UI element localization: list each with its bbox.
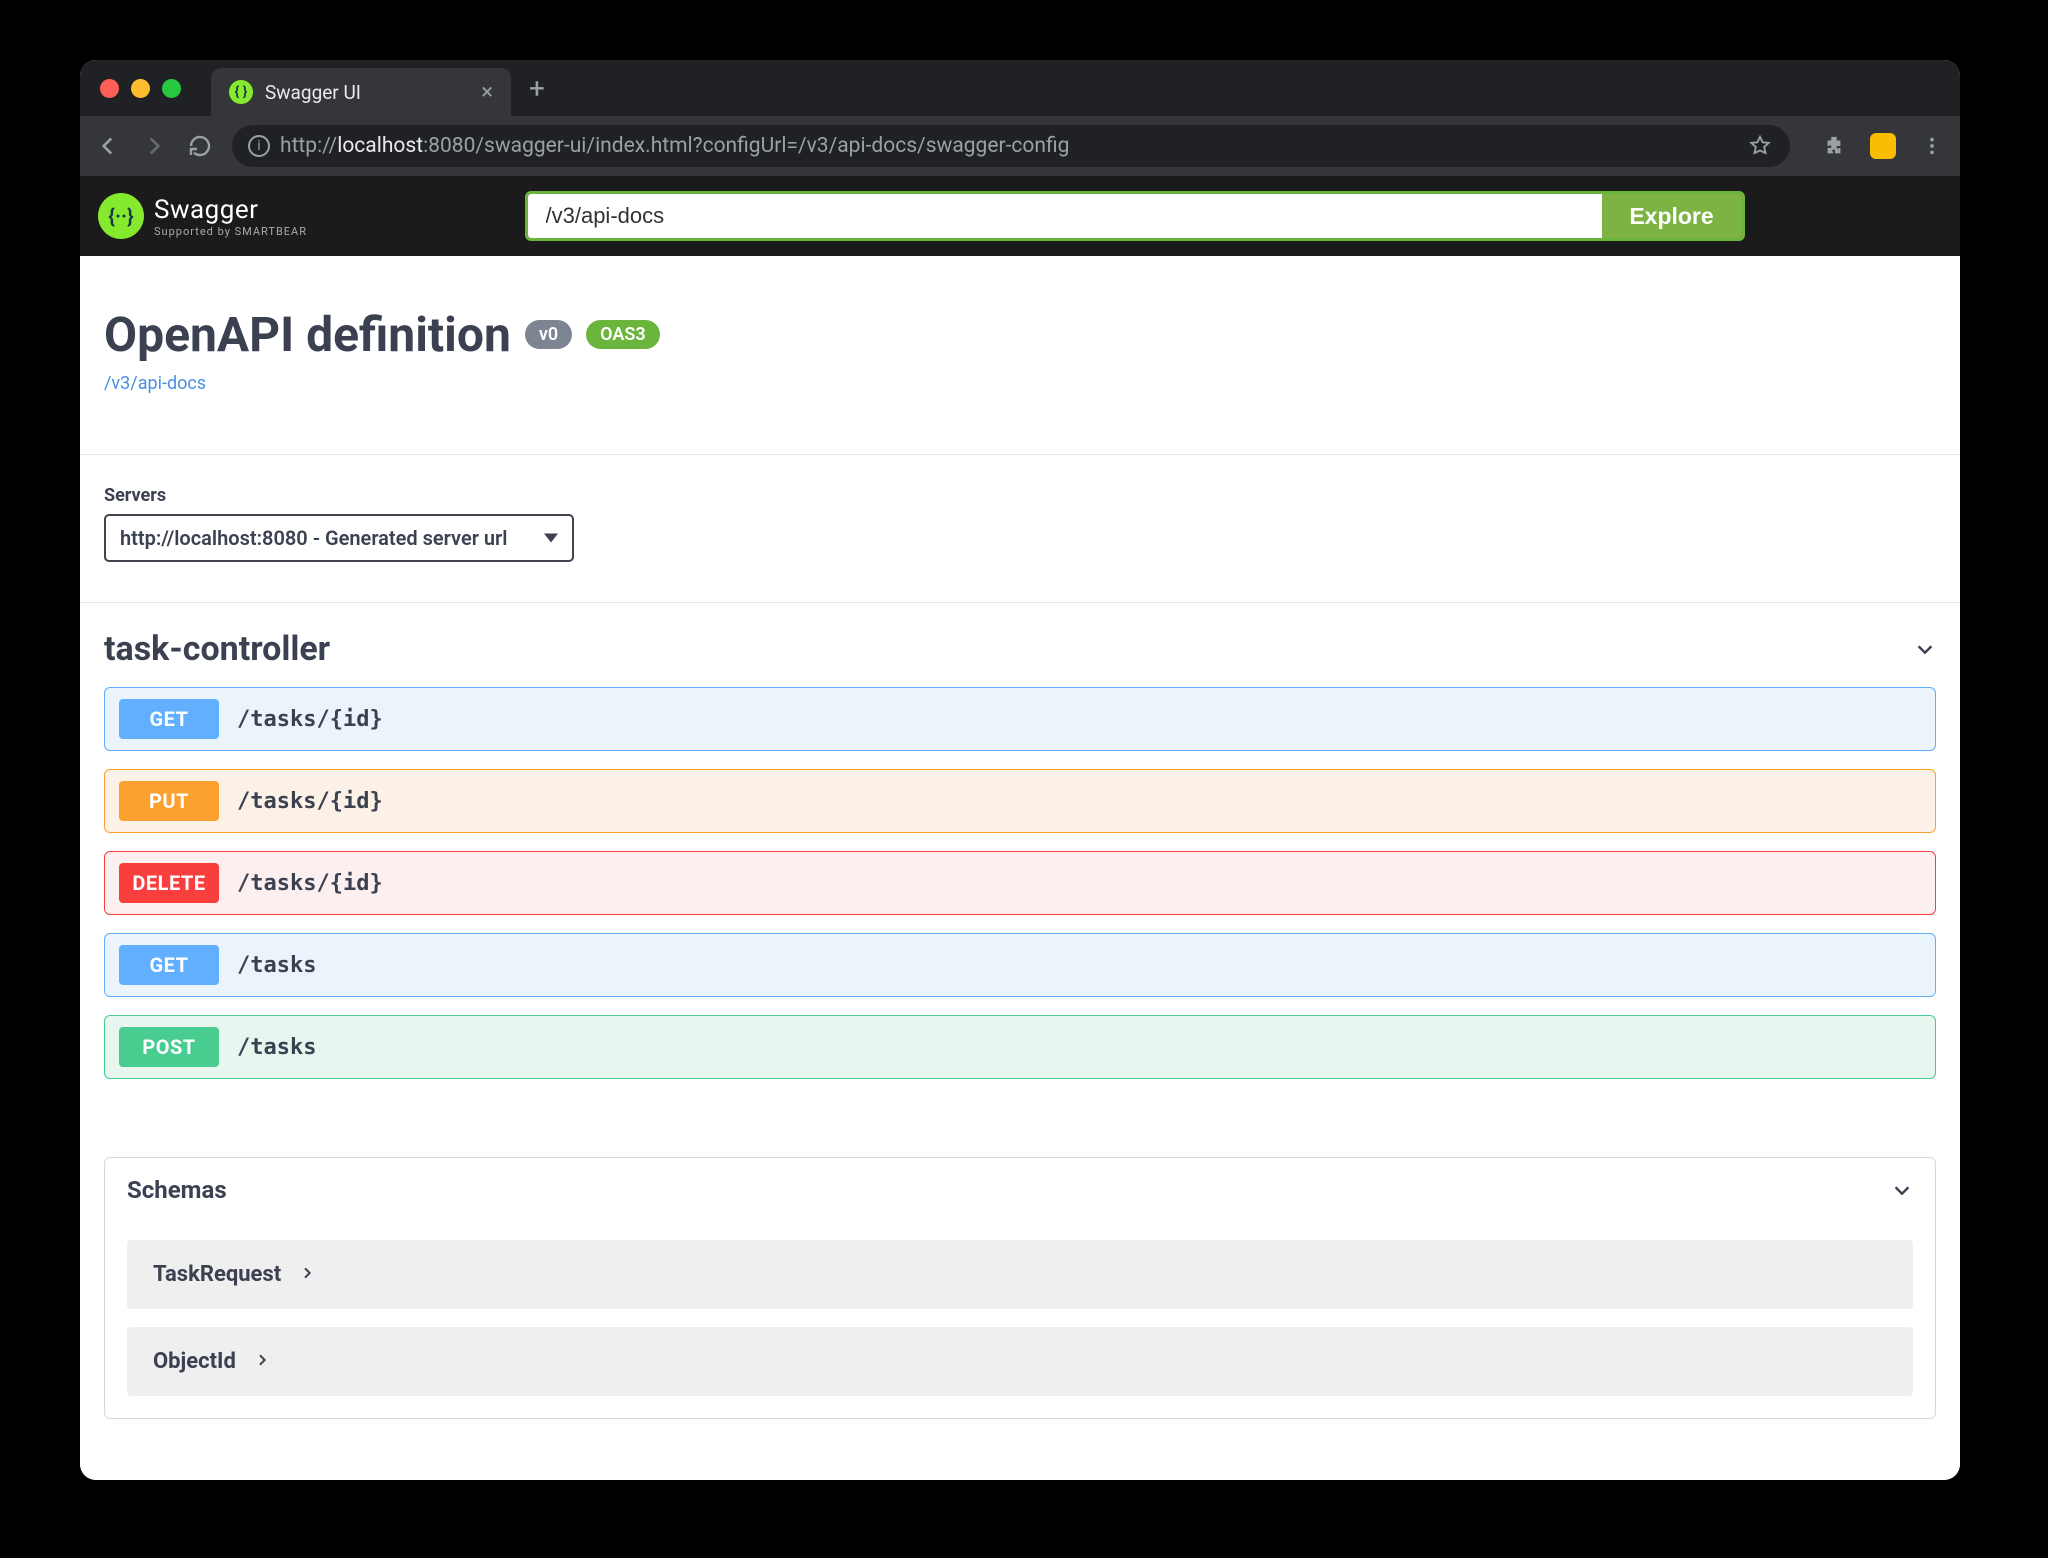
version-badge: v0	[525, 320, 572, 349]
method-badge: GET	[119, 945, 219, 985]
operation-row[interactable]: POST/tasks	[104, 1015, 1936, 1079]
schema-row[interactable]: TaskRequest	[127, 1240, 1913, 1309]
schema-name: ObjectId	[153, 1349, 236, 1374]
schema-row[interactable]: ObjectId	[127, 1327, 1913, 1396]
swagger-favicon-icon: { }	[229, 80, 253, 104]
operation-row[interactable]: GET/tasks	[104, 933, 1936, 997]
tag-header[interactable]: task-controller	[104, 623, 1936, 687]
extensions-icon[interactable]	[1820, 132, 1848, 160]
operation-path: /tasks	[237, 1035, 316, 1060]
schemas-title: Schemas	[127, 1176, 227, 1204]
servers-section: Servers http://localhost:8080 - Generate…	[80, 454, 1960, 602]
method-badge: DELETE	[119, 863, 219, 903]
url-path: :8080/swagger-ui/index.html?configUrl=/v…	[423, 134, 1069, 158]
operation-path: /tasks	[237, 953, 316, 978]
operation-path: /tasks/{id}	[237, 871, 383, 896]
tag-name: task-controller	[104, 629, 330, 669]
operation-row[interactable]: GET/tasks/{id}	[104, 687, 1936, 751]
schemas-section: Schemas TaskRequest ObjectId	[104, 1157, 1936, 1419]
close-tab-button[interactable]: ×	[481, 80, 493, 105]
swagger-logo-icon: {··}	[98, 193, 144, 239]
tab-title: Swagger UI	[265, 81, 361, 104]
method-badge: POST	[119, 1027, 219, 1067]
forward-button[interactable]	[140, 132, 168, 160]
tag-section: task-controller GET/tasks/{id}PUT/tasks/…	[80, 602, 1960, 1127]
operation-row[interactable]: PUT/tasks/{id}	[104, 769, 1936, 833]
url-host: localhost	[337, 134, 423, 158]
close-window-button[interactable]	[100, 79, 119, 98]
window-controls	[100, 79, 181, 98]
address-bar[interactable]: i http://localhost:8080/swagger-ui/index…	[232, 125, 1790, 167]
url-prefix: http://	[280, 134, 337, 158]
chevron-right-icon	[254, 1352, 270, 1372]
browser-window: { } Swagger UI × + i http://localhost:80…	[80, 60, 1960, 1480]
swagger-logo[interactable]: {··} Swagger Supported by SMARTBEAR	[98, 193, 307, 239]
chevron-down-icon	[1891, 1179, 1913, 1201]
api-docs-link[interactable]: /v3/api-docs	[104, 373, 206, 394]
api-info: OpenAPI definition v0 OAS3 /v3/api-docs	[80, 256, 1960, 454]
browser-toolbar: i http://localhost:8080/swagger-ui/index…	[80, 116, 1960, 176]
explore-button[interactable]: Explore	[1602, 194, 1742, 238]
operation-path: /tasks/{id}	[237, 789, 383, 814]
server-selected-value: http://localhost:8080 - Generated server…	[120, 526, 507, 550]
swagger-topbar: {··} Swagger Supported by SMARTBEAR Expl…	[80, 176, 1960, 256]
extension-badge-icon[interactable]	[1870, 133, 1896, 159]
schemas-header[interactable]: Schemas	[105, 1158, 1935, 1222]
servers-label: Servers	[104, 485, 1936, 506]
chevron-right-icon	[299, 1265, 315, 1285]
browser-menu-icon[interactable]	[1918, 132, 1946, 160]
api-title: OpenAPI definition	[104, 306, 511, 363]
swagger-spec-input[interactable]	[528, 194, 1602, 238]
bookmark-star-icon[interactable]	[1746, 132, 1774, 160]
operation-path: /tasks/{id}	[237, 707, 383, 732]
swagger-search: Explore	[525, 191, 1745, 241]
operation-row[interactable]: DELETE/tasks/{id}	[104, 851, 1936, 915]
method-badge: GET	[119, 699, 219, 739]
toolbar-right	[1820, 132, 1946, 160]
browser-tab[interactable]: { } Swagger UI ×	[211, 68, 511, 116]
swagger-logo-text: Swagger Supported by SMARTBEAR	[154, 195, 307, 238]
maximize-window-button[interactable]	[162, 79, 181, 98]
oas-badge: OAS3	[586, 320, 660, 349]
back-button[interactable]	[94, 132, 122, 160]
chevron-down-icon	[1914, 638, 1936, 660]
site-info-icon[interactable]: i	[248, 135, 270, 157]
url-text: http://localhost:8080/swagger-ui/index.h…	[280, 134, 1069, 158]
operations-list: GET/tasks/{id}PUT/tasks/{id}DELETE/tasks…	[104, 687, 1936, 1079]
swagger-content: OpenAPI definition v0 OAS3 /v3/api-docs …	[80, 256, 1960, 1480]
minimize-window-button[interactable]	[131, 79, 150, 98]
reload-button[interactable]	[186, 132, 214, 160]
server-select[interactable]: http://localhost:8080 - Generated server…	[104, 514, 574, 562]
schema-name: TaskRequest	[153, 1262, 281, 1287]
method-badge: PUT	[119, 781, 219, 821]
schema-list: TaskRequest ObjectId	[105, 1240, 1935, 1418]
new-tab-button[interactable]: +	[529, 72, 545, 105]
browser-tabbar: { } Swagger UI × +	[80, 60, 1960, 116]
